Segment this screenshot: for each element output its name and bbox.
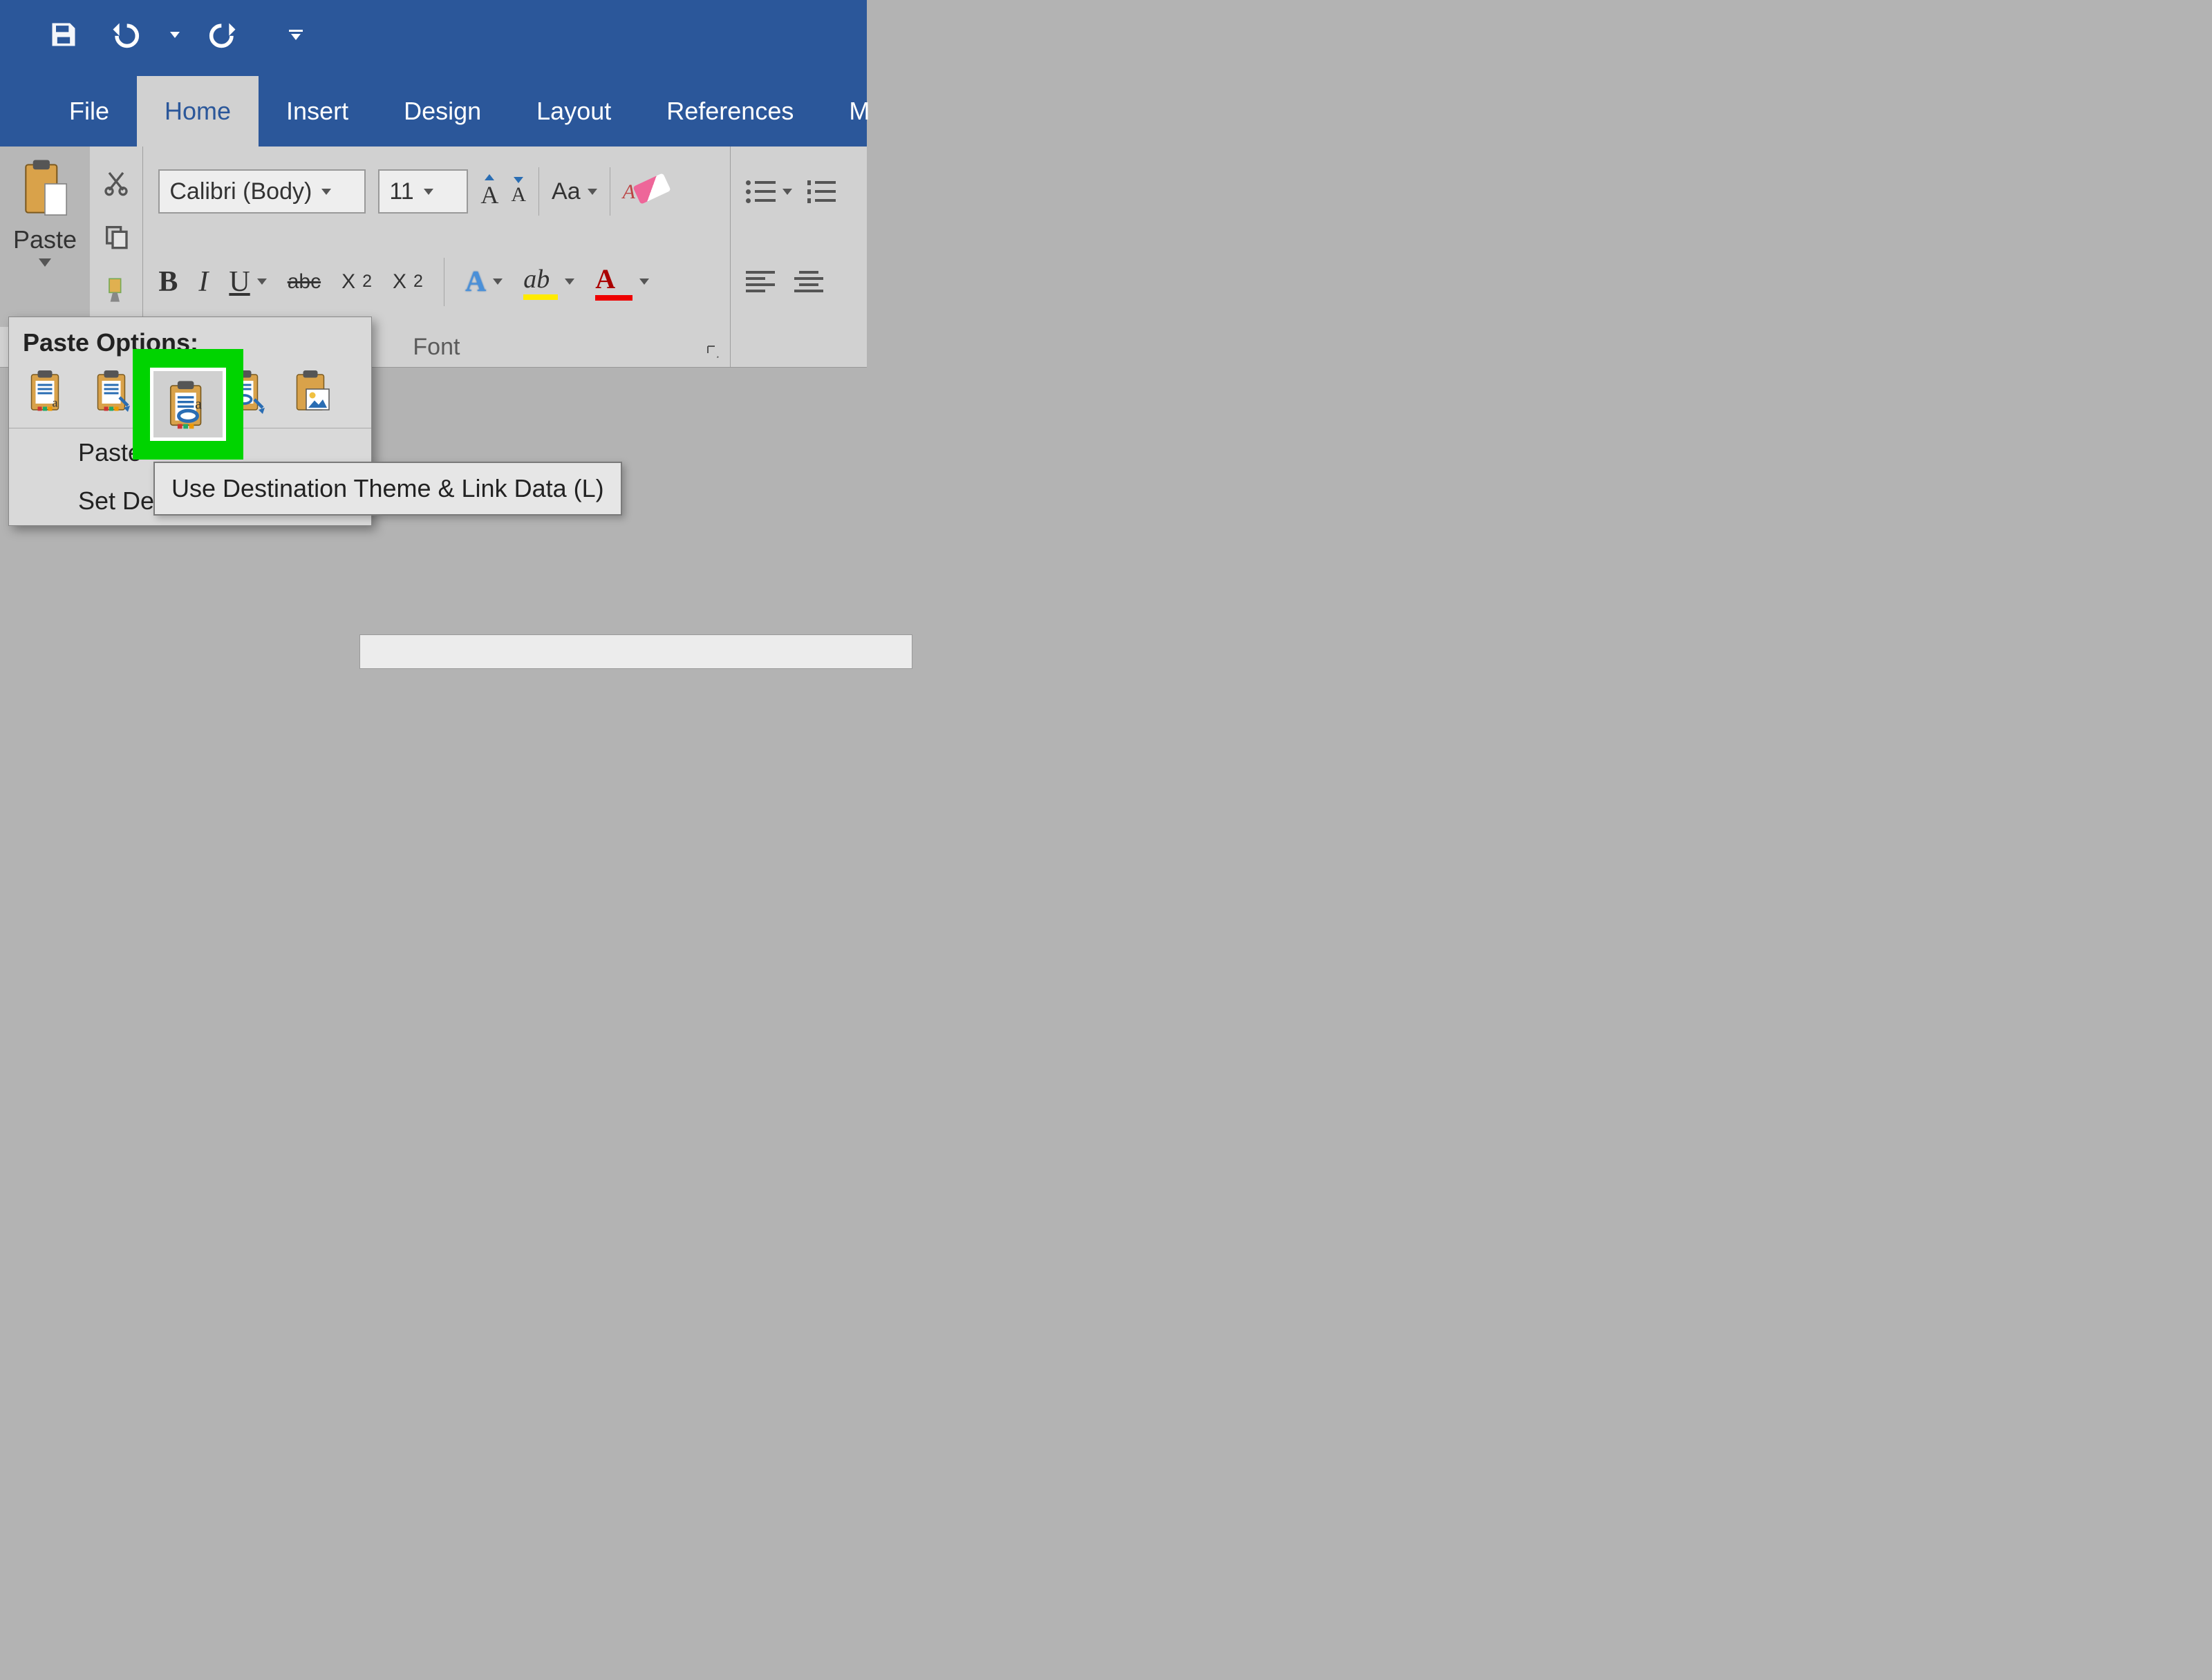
align-center-button[interactable] xyxy=(794,271,823,292)
text-effects-button[interactable]: A xyxy=(465,265,503,299)
paste-button[interactable]: Paste xyxy=(0,147,90,327)
change-case-button[interactable]: Aa xyxy=(552,178,597,205)
tab-references[interactable]: References xyxy=(639,76,821,147)
chevron-down-icon xyxy=(424,189,433,195)
chevron-down-icon xyxy=(257,279,267,285)
clear-formatting-icon[interactable]: A xyxy=(623,179,668,204)
paste-keep-source-formatting-icon[interactable]: a xyxy=(23,367,71,415)
highlight-color-button[interactable]: ab xyxy=(523,264,574,300)
tab-more-cut[interactable]: M xyxy=(821,76,897,147)
bold-button[interactable]: B xyxy=(158,265,178,299)
svg-text:a: a xyxy=(53,396,58,410)
customize-qat-icon[interactable] xyxy=(289,30,303,40)
subscript-button[interactable]: X2 xyxy=(341,270,372,294)
cut-icon[interactable] xyxy=(102,169,130,197)
ribbon-group-paragraph xyxy=(731,147,867,367)
tab-home[interactable]: Home xyxy=(137,76,259,147)
chevron-down-icon xyxy=(588,189,597,195)
chevron-down-icon xyxy=(782,189,792,195)
bullets-icon xyxy=(746,180,776,203)
font-color-button[interactable]: A xyxy=(595,263,649,301)
highlight-swatch xyxy=(523,294,558,300)
redo-icon[interactable] xyxy=(207,19,241,50)
bullets-button[interactable] xyxy=(746,180,792,203)
save-icon[interactable] xyxy=(48,19,79,50)
tutorial-highlight-box: a xyxy=(133,349,243,460)
paste-option-tooltip: Use Destination Theme & Link Data (L) xyxy=(153,462,622,516)
tab-design[interactable]: Design xyxy=(376,76,509,147)
tab-insert[interactable]: Insert xyxy=(259,76,376,147)
font-size-value: 11 xyxy=(389,178,413,205)
clipboard-mini-buttons xyxy=(90,147,142,327)
numbering-icon xyxy=(807,180,836,203)
paragraph-group-label xyxy=(731,327,867,367)
font-color-swatch xyxy=(595,295,632,301)
copy-icon[interactable] xyxy=(102,223,130,250)
italic-button[interactable]: I xyxy=(198,265,208,299)
paste-use-destination-theme-link-data-icon[interactable]: a xyxy=(150,368,226,441)
tab-layout[interactable]: Layout xyxy=(509,76,639,147)
font-dialog-launcher-icon[interactable] xyxy=(705,343,722,360)
clipboard-icon xyxy=(21,158,69,220)
paste-as-picture-icon[interactable] xyxy=(288,367,337,415)
chevron-down-icon xyxy=(321,189,331,195)
tab-file[interactable]: File xyxy=(41,76,137,147)
shrink-font-icon[interactable]: A xyxy=(511,177,526,207)
font-name-value: Calibri (Body) xyxy=(169,178,312,205)
chevron-down-icon xyxy=(639,279,649,285)
grow-font-icon[interactable]: A xyxy=(480,174,498,209)
paste-label: Paste xyxy=(13,225,77,254)
undo-icon[interactable] xyxy=(106,19,142,50)
paste-dropdown-icon[interactable] xyxy=(39,258,51,267)
paste-merge-formatting-icon[interactable] xyxy=(89,367,138,415)
svg-text:a: a xyxy=(195,396,202,413)
numbering-button[interactable] xyxy=(807,180,836,203)
format-painter-icon[interactable] xyxy=(102,276,130,304)
chevron-down-icon xyxy=(493,279,503,285)
separator xyxy=(538,167,539,216)
strikethrough-button[interactable]: abc xyxy=(288,270,321,294)
font-name-select[interactable]: Calibri (Body) xyxy=(158,169,366,214)
underline-button[interactable]: U xyxy=(229,265,266,299)
align-left-button[interactable] xyxy=(746,271,775,292)
superscript-button[interactable]: X2 xyxy=(393,270,423,294)
chevron-down-icon xyxy=(565,279,574,285)
undo-dropdown-icon[interactable] xyxy=(170,32,180,38)
font-size-select[interactable]: 11 xyxy=(378,169,468,214)
quick-access-toolbar xyxy=(0,0,867,69)
document-canvas[interactable] xyxy=(359,634,912,669)
ribbon-tabs: File Home Insert Design Layout Reference… xyxy=(0,69,867,147)
